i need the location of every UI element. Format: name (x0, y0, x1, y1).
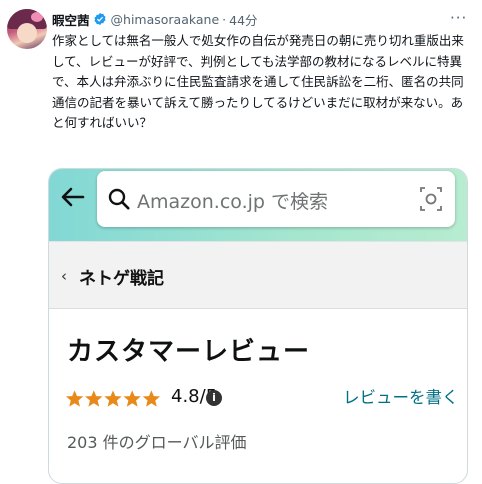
breadcrumb[interactable]: ‹ ネトゲ戦記 (49, 241, 467, 309)
separator-dot: · (222, 11, 227, 27)
author-name[interactable]: 暇空茜 (52, 10, 90, 29)
star-rating (65, 390, 161, 407)
back-arrow-icon[interactable] (59, 183, 87, 211)
tweet: 暇空茜 @himasoraakane · 44分 ··· 作家としては無名一般人… (0, 0, 482, 484)
camera-icon[interactable] (419, 185, 443, 213)
global-ratings-count: 203 件のグローバル評価 (67, 433, 247, 452)
search-placeholder: Amazon.co.jp で検索 (137, 191, 328, 213)
more-options-icon[interactable]: ··· (450, 9, 467, 27)
post-time[interactable]: 44分 (229, 10, 257, 29)
attached-image[interactable]: Amazon.co.jp で検索 ‹ ネトゲ戦記 カスタマーレビュー 4.8/5… (48, 168, 468, 484)
chevron-left-icon: ‹ (61, 267, 67, 285)
info-icon[interactable]: i (206, 390, 222, 406)
tweet-text: 作家としては無名一般人で処女作の自伝が発売日の朝に売り切れ重版出来して、レビュー… (52, 33, 464, 130)
amazon-search-header: Amazon.co.jp で検索 (49, 169, 467, 241)
avatar-accent (31, 12, 43, 22)
verified-badge-icon (93, 12, 106, 26)
search-input[interactable]: Amazon.co.jp で検索 (97, 171, 455, 227)
tweet-header: 暇空茜 @himasoraakane · 44分 (52, 10, 258, 28)
reviews-title: カスタマーレビュー (67, 337, 311, 367)
search-icon (108, 188, 130, 210)
author-handle[interactable]: @himasoraakane (111, 12, 220, 27)
avatar[interactable] (7, 9, 47, 49)
write-review-link[interactable]: レビューを書く (343, 384, 459, 408)
breadcrumb-label: ネトゲ戦記 (79, 269, 164, 289)
avatar-face (17, 23, 37, 43)
